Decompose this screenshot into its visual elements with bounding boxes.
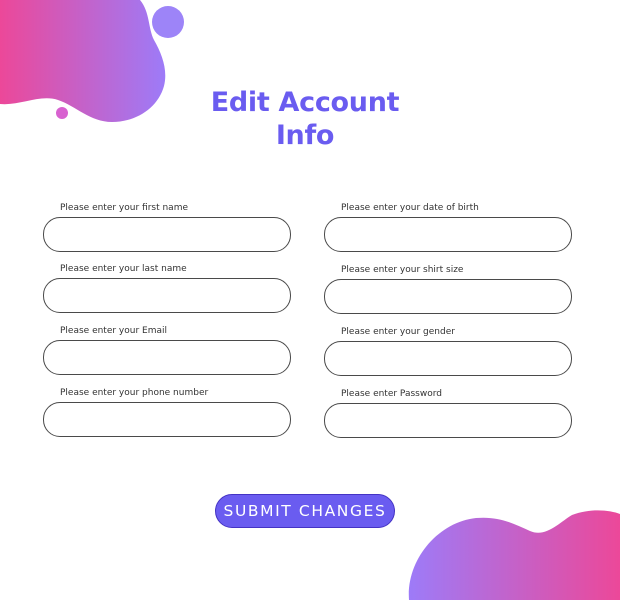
top-bubble (152, 6, 184, 38)
first-name-field: Please enter your first name (43, 202, 291, 252)
gender-field: Please enter your gender (324, 326, 572, 376)
gender-input[interactable] (324, 341, 572, 376)
first-name-label: Please enter your first name (60, 203, 189, 213)
shirt-size-label: Please enter your shirt size (341, 265, 464, 275)
phone-number-label: Please enter your phone number (60, 388, 209, 398)
submit-changes-button[interactable]: SUBMIT CHANGES (215, 494, 395, 528)
last-name-field: Please enter your last name (43, 263, 291, 313)
phone-number-input[interactable] (43, 402, 291, 437)
gender-label: Please enter your gender (341, 327, 455, 337)
bottom-right-blob (408, 510, 620, 600)
phone-number-field: Please enter your phone number (43, 387, 291, 437)
last-name-label: Please enter your last name (60, 264, 187, 274)
date-of-birth-input[interactable] (324, 217, 572, 252)
last-name-input[interactable] (43, 278, 291, 313)
page-title: Edit Account Info (210, 87, 400, 151)
email-input[interactable] (43, 340, 291, 375)
password-input[interactable] (324, 403, 572, 438)
date-of-birth-field: Please enter your date of birth (324, 202, 572, 252)
first-name-input[interactable] (43, 217, 291, 252)
date-of-birth-label: Please enter your date of birth (341, 203, 479, 213)
shirt-size-input[interactable] (324, 279, 572, 314)
email-label: Please enter your Email (60, 326, 168, 336)
password-label: Please enter Password (341, 389, 442, 399)
password-field: Please enter Password (324, 388, 572, 438)
small-pink-dot (56, 107, 68, 119)
shirt-size-field: Please enter your shirt size (324, 264, 572, 314)
email-field: Please enter your Email (43, 325, 291, 375)
top-left-blob (0, 0, 166, 122)
